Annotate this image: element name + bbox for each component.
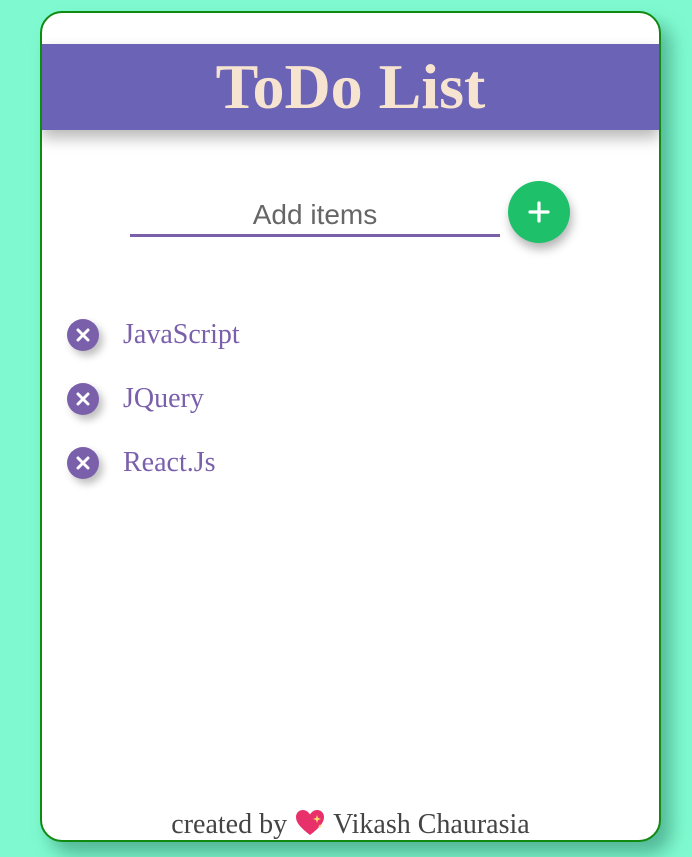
footer-author: Vikash Chaurasia xyxy=(333,809,530,840)
footer-credit: created by Vikash Chaurasia xyxy=(42,809,659,840)
header-bar: ToDo List xyxy=(42,44,659,130)
todo-list: JavaScript JQuery React.Js xyxy=(67,303,240,495)
add-item-row xyxy=(130,181,580,243)
plus-icon xyxy=(528,201,550,223)
list-item: JavaScript xyxy=(67,303,240,367)
list-item: React.Js xyxy=(67,431,240,495)
close-icon xyxy=(76,456,90,470)
list-item-label: JavaScript xyxy=(123,319,240,350)
close-icon xyxy=(76,328,90,342)
close-icon xyxy=(76,392,90,406)
sparkling-heart-icon xyxy=(295,809,325,840)
list-item-label: JQuery xyxy=(123,383,204,414)
remove-item-button[interactable] xyxy=(67,447,99,479)
list-item: JQuery xyxy=(67,367,240,431)
list-item-label: React.Js xyxy=(123,447,216,478)
page-title: ToDo List xyxy=(215,51,486,122)
todo-card: ToDo List JavaScript JQuery xyxy=(40,11,661,842)
remove-item-button[interactable] xyxy=(67,319,99,351)
add-item-input[interactable] xyxy=(130,195,500,237)
add-item-button[interactable] xyxy=(508,181,570,243)
remove-item-button[interactable] xyxy=(67,383,99,415)
footer-prefix: created by xyxy=(171,809,288,840)
